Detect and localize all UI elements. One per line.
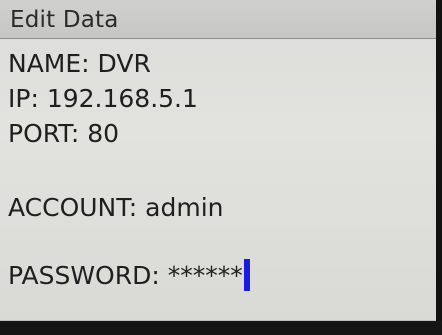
account-field[interactable]: ACCOUNT: admin — [8, 193, 224, 223]
password-value: ****** — [167, 261, 243, 290]
text-cursor — [243, 259, 250, 291]
port-label: PORT: — [8, 119, 80, 148]
password-label: PASSWORD: — [8, 261, 160, 290]
name-field[interactable]: NAME: DVR — [8, 49, 151, 79]
ip-field[interactable]: IP: 192.168.5.1 — [8, 84, 198, 114]
port-value: 80 — [87, 119, 120, 148]
title-bar: Edit Data — [0, 0, 436, 39]
name-value: DVR — [97, 49, 151, 78]
account-label: ACCOUNT: — [8, 193, 138, 222]
port-field[interactable]: PORT: 80 — [8, 119, 119, 149]
name-label: NAME: — [8, 49, 90, 78]
ip-value: 192.168.5.1 — [46, 84, 198, 113]
device-bezel-right — [436, 0, 442, 335]
ip-label: IP: — [8, 84, 39, 113]
page-title: Edit Data — [10, 7, 119, 33]
edit-data-screen: Edit Data NAME: DVR IP: 192.168.5.1 PORT… — [0, 0, 436, 321]
account-value: admin — [145, 193, 224, 222]
device-bezel-bottom — [0, 321, 442, 335]
password-field[interactable]: PASSWORD: ****** — [8, 259, 250, 291]
